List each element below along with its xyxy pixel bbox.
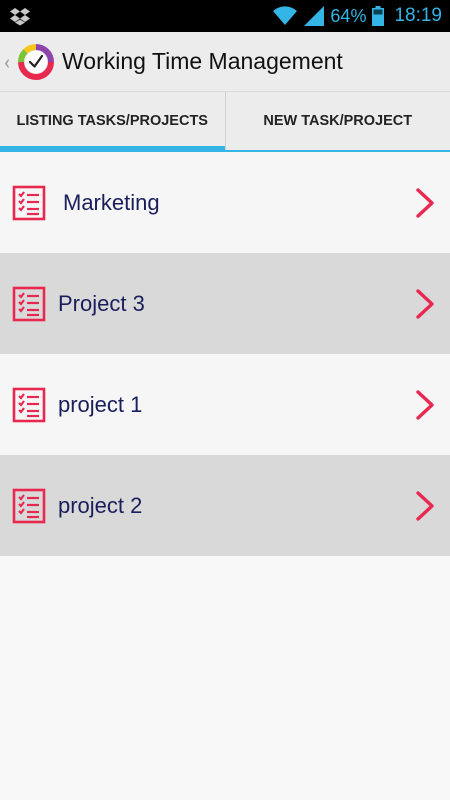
battery-percent: 64% — [330, 5, 367, 26]
up-caret-icon[interactable]: ‹ — [4, 50, 14, 74]
status-right: 64% 18:19 — [272, 5, 442, 27]
checklist-icon — [12, 185, 46, 220]
chevron-right-icon[interactable] — [414, 490, 436, 522]
list-item-label: Project 3 — [58, 290, 145, 316]
checklist-icon — [12, 387, 46, 422]
app-title: Working Time Management — [62, 48, 343, 74]
list-item[interactable]: project 2 — [0, 455, 450, 556]
dropbox-icon — [10, 8, 30, 26]
list-item[interactable]: project 1 — [0, 354, 450, 455]
chevron-right-icon[interactable] — [414, 389, 436, 421]
chevron-right-icon[interactable] — [414, 288, 436, 320]
project-list: Marketing Project 3 project 1 project 2 — [0, 152, 450, 556]
tab-bar: LISTING TASKS/PROJECTS NEW TASK/PROJECT — [0, 92, 450, 152]
tab-listing-tasks-projects[interactable]: LISTING TASKS/PROJECTS — [0, 92, 225, 152]
chevron-right-icon[interactable] — [414, 187, 436, 219]
wifi-icon — [273, 6, 298, 26]
tab-label: NEW TASK/PROJECT — [263, 113, 413, 129]
list-item-label: Marketing — [63, 189, 160, 215]
list-item[interactable]: Project 3 — [0, 253, 450, 354]
clock: 18:19 — [394, 5, 442, 26]
signal-icon — [304, 6, 325, 26]
list-item[interactable]: Marketing — [0, 152, 450, 253]
tab-label: LISTING TASKS/PROJECTS — [16, 113, 208, 129]
app-logo-icon[interactable] — [16, 42, 56, 82]
tab-new-task-project[interactable]: NEW TASK/PROJECT — [224, 92, 450, 150]
checklist-icon — [12, 286, 46, 321]
action-bar[interactable]: ‹ Working Time Management — [0, 32, 450, 92]
status-bar: 64% 18:19 — [0, 0, 450, 32]
status-left — [10, 6, 30, 26]
checklist-icon — [12, 488, 46, 523]
list-item-label: project 1 — [58, 391, 143, 417]
battery-icon — [372, 6, 385, 26]
list-item-label: project 2 — [58, 492, 143, 518]
